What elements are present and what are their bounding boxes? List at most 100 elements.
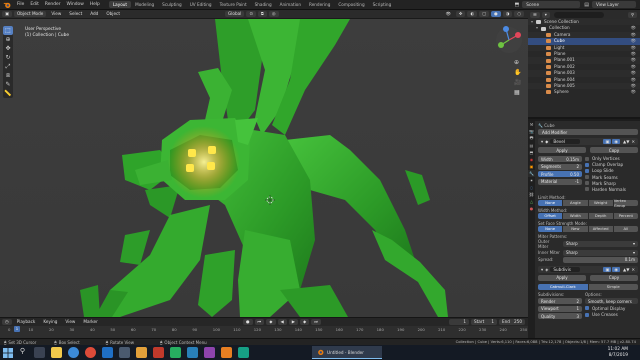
ortho-toggle-icon[interactable]: ▦ [514,89,521,96]
display-mode-icon[interactable]: ▾ [541,11,550,18]
menu-help[interactable]: Help [87,2,103,7]
workspace-tab-animation[interactable]: Animation [276,1,305,8]
bevel-option-checkbox[interactable] [585,168,589,173]
workspace-tab-modeling[interactable]: Modeling [131,1,158,8]
orientation-selector[interactable]: Global [224,11,245,17]
file-explorer-icon[interactable] [51,347,62,358]
constraints-tab-icon[interactable]: ⛓ [528,191,535,198]
optimal-display-checkbox[interactable] [585,306,589,311]
menu-marker[interactable]: Marker [80,319,100,325]
jump-start-icon[interactable]: ⏮ [254,319,265,325]
visibility-toggle-icon[interactable]: 👁 [631,89,636,95]
blender-taskbar-button[interactable]: Untitled - Blender [312,346,382,359]
gizmo-icon[interactable]: ✥ [455,11,466,17]
jump-end-icon[interactable]: ⏭ [311,319,321,325]
outer-miter-dropdown[interactable]: Sharp ▾ [563,240,638,247]
bevel-profile-field[interactable]: Profile 0.50 [538,171,582,177]
menu-keying[interactable]: Keying [40,319,60,325]
width-method-percent[interactable]: Percent [613,212,638,219]
menu-add[interactable]: Add [87,11,101,17]
bevel-option[interactable]: Mark Sharp [585,181,638,186]
menu-object[interactable]: Object [103,11,123,17]
use-creases-checkbox[interactable] [585,312,589,317]
subsurf-quality-field[interactable]: Quality 3 [538,313,582,320]
bevel-modifier-header[interactable]: ▾ ◆ Bevel ▣ ◉ ▲ ▼ ✕ [538,138,638,145]
system-tray[interactable]: 11:02 AM 8/7/2019 [608,347,640,358]
modifier-realtime-icon[interactable]: ▣ [603,266,612,272]
select-box-tool-icon[interactable]: ⬚ [3,26,13,35]
face-strength-new[interactable]: New [563,225,588,232]
collapse-icon[interactable]: ▾ [541,139,543,144]
bevel-option[interactable]: Mark Seams [585,175,638,180]
limit-method-none[interactable]: None [538,199,563,206]
app-icon-orange[interactable] [221,347,232,358]
creature-model[interactable] [0,19,528,317]
outliner-editor-type-icon[interactable]: ☰ [530,11,540,18]
transform-tool-icon[interactable]: ⧈ [3,71,13,80]
bevel-option-checkbox[interactable] [585,156,589,161]
bevel-name-field[interactable]: Bevel [550,139,581,144]
search-icon[interactable]: ⚲ [17,347,28,358]
render-tab-icon[interactable]: 📷 [528,128,535,135]
camera-view-icon[interactable]: 🎥 [514,79,521,86]
app-icon-green[interactable] [170,347,181,358]
move-tool-icon[interactable]: ✥ [3,44,13,53]
shading-material-icon[interactable]: ◑ [502,11,513,17]
app-icon-purple[interactable] [204,347,215,358]
modifier-tab-icon[interactable]: 🔧 [528,170,535,177]
workspace-tab-layout[interactable]: Layout [108,1,132,8]
inner-miter-dropdown[interactable]: Sharp ▾ [563,249,638,256]
menu-render[interactable]: Render [42,2,64,7]
current-frame-field[interactable]: 1 [449,319,469,325]
workspace-tab-shading[interactable]: Shading [251,1,276,8]
remove-modifier-icon[interactable]: ✕ [631,267,635,272]
menu-playback[interactable]: Playback [14,319,39,325]
world-tab-icon[interactable]: ◉ [528,156,535,163]
store-icon[interactable] [119,347,130,358]
xray-icon[interactable]: ▢ [479,11,490,17]
menu-window[interactable]: Window [64,2,87,7]
bevel-option-checkbox[interactable] [585,162,589,167]
menu-file[interactable]: File [14,2,27,7]
visibility-icon[interactable]: 👁 [443,11,454,17]
cursor-tool-icon[interactable]: ⊕ [3,35,13,44]
physics-tab-icon[interactable]: ◌ [528,184,535,191]
scene-selector[interactable]: Scene [522,1,581,8]
face-strength-none[interactable]: None [538,225,563,232]
mail-icon[interactable] [102,347,113,358]
scene-tab-icon[interactable]: ⬒ [528,149,535,156]
bevel-material-field[interactable]: Material -1 [538,178,582,185]
pivot-icon[interactable]: ⊙ [246,11,256,17]
app-icon-teal[interactable] [238,347,249,358]
move-down-icon[interactable]: ▼ [626,139,629,144]
output-tab-icon[interactable]: 🖶 [528,135,535,142]
task-view-icon[interactable] [34,347,45,358]
browser-icon[interactable] [68,347,79,358]
shading-solid-icon[interactable]: ● [491,11,501,17]
workspace-tab-texture-paint[interactable]: Texture Paint [216,1,251,8]
bevel-option-checkbox[interactable] [585,187,589,192]
subsurf-apply-button[interactable]: Apply [538,274,586,281]
workspace-tab-scripting[interactable]: Scripting [369,1,396,8]
mode-selector[interactable]: Object Mode [13,11,47,17]
subsurf-type-catmull-clark[interactable]: Catmull-Clark [538,283,588,290]
play-icon[interactable]: ▶ [288,319,298,325]
subsurf-viewport-field[interactable]: Viewport 1 [538,305,582,312]
bevel-option-checkbox[interactable] [585,181,589,186]
data-tab-icon[interactable]: △ [528,198,535,205]
modifier-render-icon[interactable]: ◉ [612,139,621,144]
bevel-option[interactable]: Only Vertices [585,156,638,161]
menu-timeline-view[interactable]: View [62,319,78,325]
workspace-tab-uv-editing[interactable]: UV Editing [186,1,216,8]
width-method-width[interactable]: Width [563,212,588,219]
shading-rendered-icon[interactable]: ○ [514,11,524,17]
subsurf-type-simple[interactable]: Simple [588,283,638,290]
particles-tab-icon[interactable]: ✶ [528,177,535,184]
app-icon-blue[interactable] [187,347,198,358]
subsurf-render-field[interactable]: Render 2 [538,298,582,305]
uv-smooth-dropdown[interactable]: Smooth, keep corners [585,298,638,305]
outliner-search-input[interactable] [553,11,604,18]
view-layer-tab-icon[interactable]: ▤ [528,142,535,149]
rotate-tool-icon[interactable]: ↻ [3,53,13,62]
chrome-icon[interactable] [85,347,96,358]
